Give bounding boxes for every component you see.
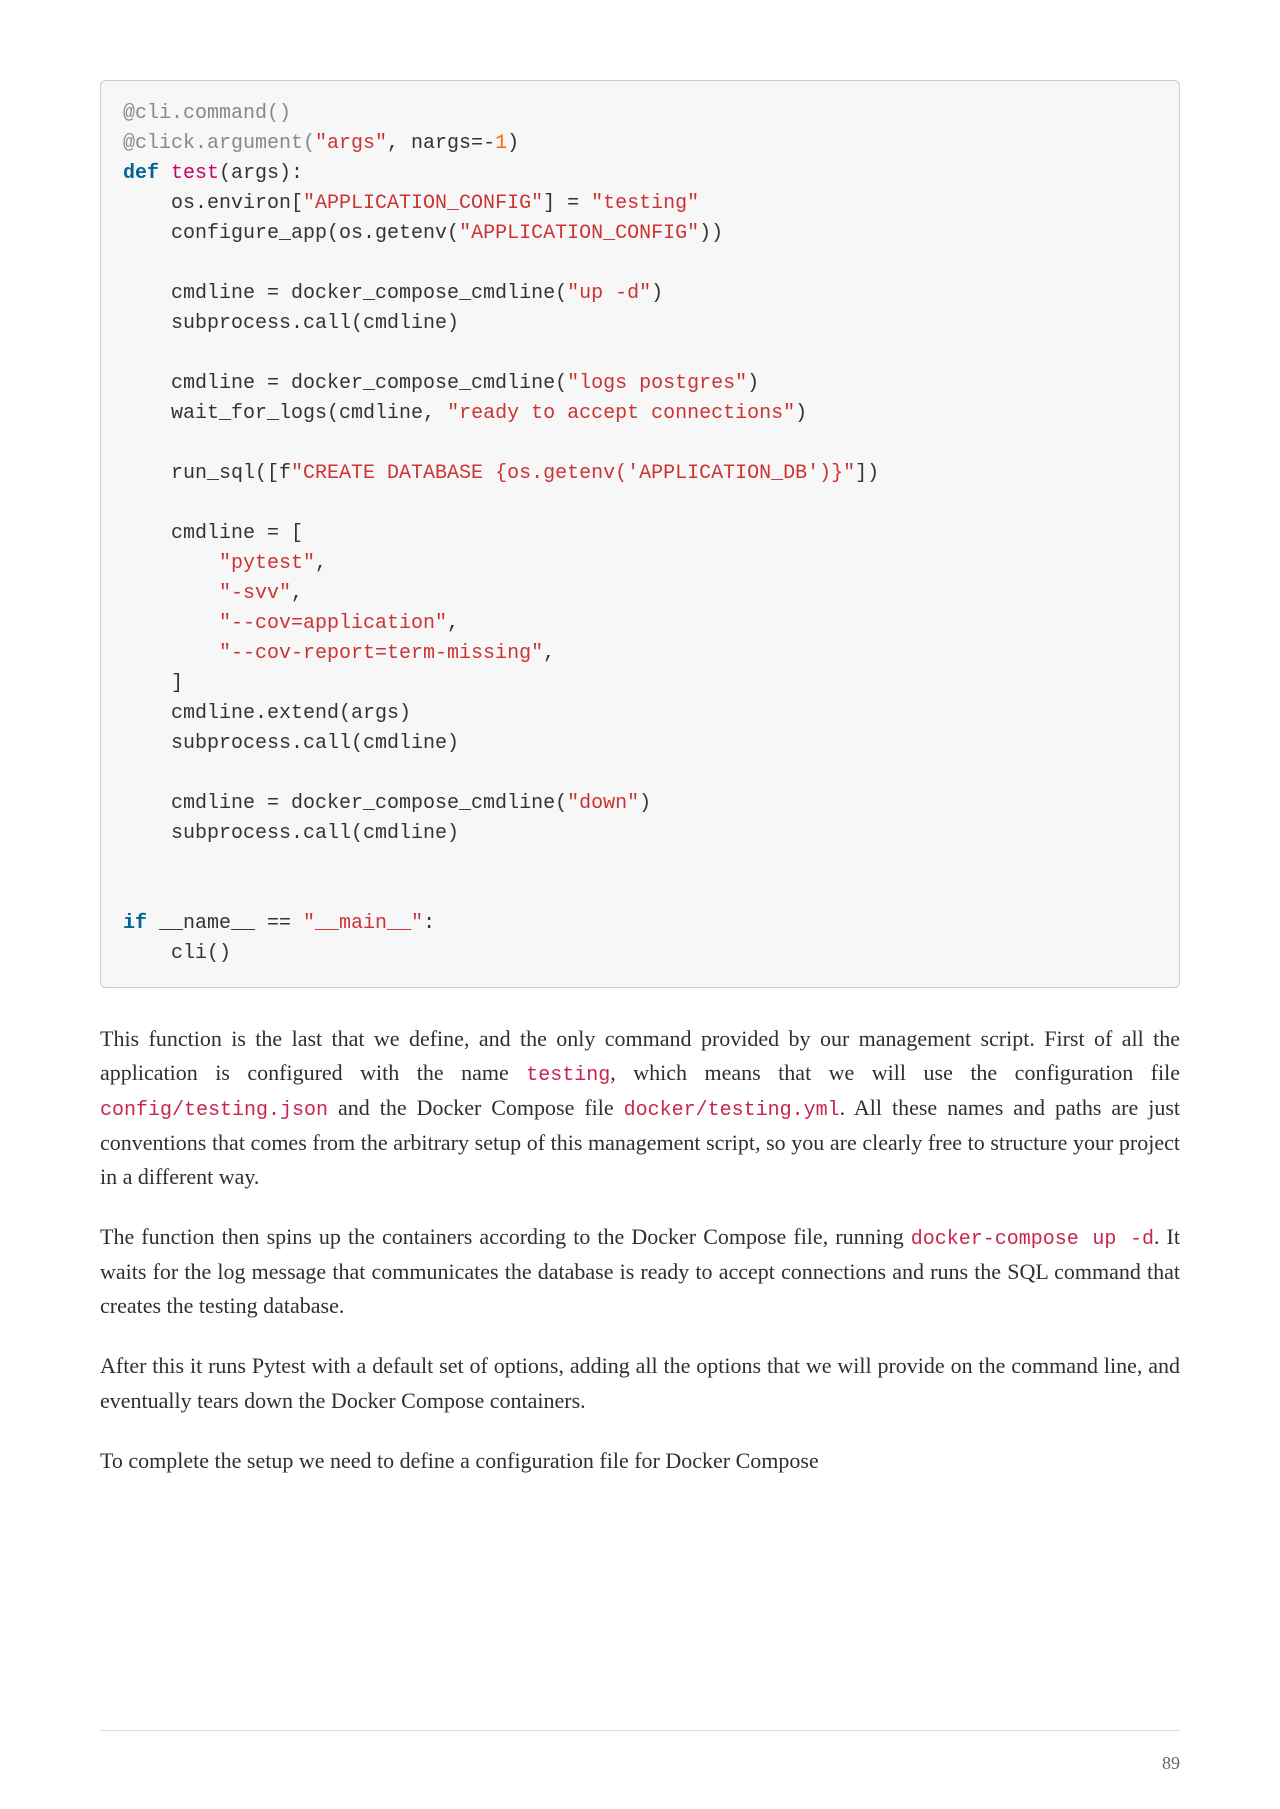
code-text: ) [651, 282, 663, 305]
prose-text: The function then spins up the container… [100, 1224, 911, 1249]
code-text: , nargs=- [387, 132, 495, 155]
code-string: "APPLICATION_CONFIG" [459, 222, 699, 245]
code-text: cmdline = docker_compose_cmdline( [123, 372, 567, 395]
code-text: os.environ[ [123, 192, 303, 215]
code-text [123, 552, 219, 575]
code-text: cmdline = docker_compose_cmdline( [123, 282, 567, 305]
code-text: , [543, 642, 555, 665]
code-text: cmdline = [ [123, 522, 303, 545]
code-decorator: @cli.command() [123, 102, 291, 125]
page-number: 89 [1162, 1753, 1180, 1774]
code-string: "--cov=application" [219, 612, 447, 635]
code-text: , [447, 612, 459, 635]
inline-code-testing: testing [526, 1064, 610, 1087]
code-text: ]) [855, 462, 879, 485]
code-text: configure_app(os.getenv( [123, 222, 459, 245]
code-text: subprocess.call(cmdline) [123, 732, 459, 755]
code-keyword: def [123, 162, 171, 185]
code-string: "pytest" [219, 552, 315, 575]
code-text: subprocess.call(cmdline) [123, 822, 459, 845]
code-string: "args" [315, 132, 387, 155]
code-text: : [423, 912, 435, 935]
code-string: "APPLICATION_CONFIG" [303, 192, 543, 215]
footer-rule [100, 1730, 1180, 1731]
code-string: "logs postgres" [567, 372, 747, 395]
code-decorator: @click.argument( [123, 132, 315, 155]
code-keyword: if [123, 912, 147, 935]
code-fstring-expr: {os.getenv('APPLICATION_DB')} [495, 462, 843, 485]
code-text: cmdline.extend(args) [123, 702, 411, 725]
code-text: cmdline = docker_compose_cmdline( [123, 792, 567, 815]
prose-text: and the Docker Compose file [328, 1095, 624, 1120]
code-string: "--cov-report=term-missing" [219, 642, 543, 665]
inline-code-config-path: config/testing.json [100, 1099, 328, 1122]
code-funcname: test [171, 162, 219, 185]
code-string: "ready to accept connections" [447, 402, 795, 425]
code-text: cli() [123, 942, 231, 965]
prose-text: , which means that we will use the confi… [610, 1060, 1180, 1085]
code-text: __name__ == [147, 912, 303, 935]
code-number: 1 [495, 132, 507, 155]
code-string: "__main__" [303, 912, 423, 935]
code-text: wait_for_logs(cmdline, [123, 402, 447, 425]
code-text: ] [123, 672, 183, 695]
paragraph-1: This function is the last that we define… [100, 1022, 1180, 1194]
code-string: "up -d" [567, 282, 651, 305]
code-string: "CREATE DATABASE [291, 462, 495, 485]
paragraph-4: To complete the setup we need to define … [100, 1444, 1180, 1478]
code-text: run_sql([f [123, 462, 291, 485]
code-block-python: @cli.command() @click.argument("args", n… [100, 80, 1180, 988]
prose-text: After this it runs Pytest with a default… [100, 1353, 1180, 1412]
page: @cli.command() @click.argument("args", n… [0, 0, 1280, 1809]
code-string: "down" [567, 792, 639, 815]
code-text [123, 582, 219, 605]
code-text: subprocess.call(cmdline) [123, 312, 459, 335]
code-string: "testing" [591, 192, 699, 215]
code-text: , [315, 552, 327, 575]
paragraph-2: The function then spins up the container… [100, 1220, 1180, 1323]
code-text: ) [747, 372, 759, 395]
inline-code-docker-compose-up: docker-compose up -d [911, 1228, 1154, 1251]
code-text: ) [507, 132, 519, 155]
prose-text: To complete the setup we need to define … [100, 1448, 819, 1473]
code-text: ] = [543, 192, 591, 215]
code-text [123, 642, 219, 665]
code-text: )) [699, 222, 723, 245]
code-text: ) [795, 402, 807, 425]
code-string: " [843, 462, 855, 485]
code-text: , [291, 582, 303, 605]
code-text: (args): [219, 162, 303, 185]
code-string: "-svv" [219, 582, 291, 605]
code-text: ) [639, 792, 651, 815]
inline-code-docker-path: docker/testing.yml [624, 1099, 840, 1122]
paragraph-3: After this it runs Pytest with a default… [100, 1349, 1180, 1417]
code-text [123, 612, 219, 635]
